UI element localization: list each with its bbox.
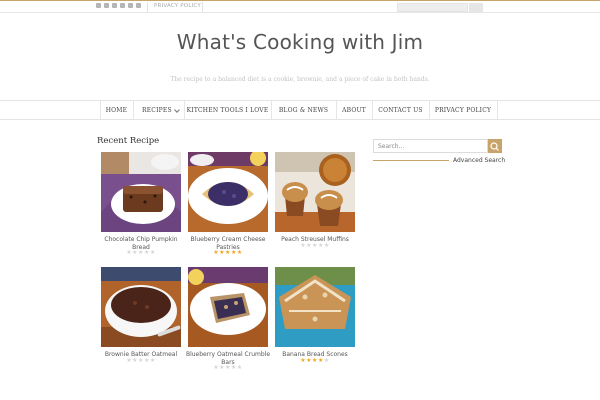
recipe-image[interactable]	[188, 267, 268, 347]
divider	[202, 2, 203, 12]
recipe-title-line[interactable]: Blueberry Oatmeal Crumble	[182, 351, 274, 359]
star-rating: ★★★★★	[269, 242, 361, 249]
nav-item-blog-news[interactable]: BLOG & NEWS	[271, 101, 336, 120]
main-nav: HOME RECIPES KITCHEN TOOLS I LOVE BLOG &…	[0, 100, 600, 120]
recipe-title-line[interactable]: Chocolate Chip Pumpkin	[95, 236, 187, 244]
advanced-search-link[interactable]: Advanced Search	[453, 157, 505, 164]
nav-item-recipes[interactable]: RECIPES	[133, 101, 177, 120]
sidebar-search-button[interactable]	[488, 139, 502, 153]
nav-item-home[interactable]: HOME	[100, 101, 133, 120]
site-tagline: The recipe to a balanced diet is a cooki…	[170, 76, 430, 83]
recipe-image[interactable]	[275, 267, 355, 347]
star-icon: ★	[236, 249, 243, 256]
pinterest-icon[interactable]	[104, 3, 109, 8]
nav-item-contact[interactable]: CONTACT US	[372, 101, 429, 120]
sidebar-search-input[interactable]	[373, 139, 488, 153]
star-rating: ★★★★★	[95, 249, 187, 256]
instagram-icon[interactable]	[136, 3, 141, 8]
star-icon: ★	[323, 242, 330, 249]
site-title[interactable]: What's Cooking with Jim	[0, 30, 600, 54]
nav-item-privacy[interactable]: PRIVACY POLICY	[429, 101, 497, 120]
nav-item-kitchen-tools[interactable]: KITCHEN TOOLS I LOVE	[184, 101, 271, 120]
rss-icon[interactable]	[96, 3, 101, 8]
recipe-title-line[interactable]: Blueberry Cream Cheese	[182, 236, 274, 244]
search-icon	[490, 142, 499, 151]
star-rating: ★★★★★	[95, 357, 187, 364]
star-rating: ★★★★★	[182, 249, 274, 256]
star-icon: ★	[323, 357, 330, 364]
star-icon: ★	[149, 249, 156, 256]
section-title: Recent Recipe	[97, 136, 160, 146]
twitter-icon[interactable]	[112, 3, 117, 8]
star-icon: ★	[149, 357, 156, 364]
top-search-button[interactable]	[469, 3, 483, 12]
recipe-image[interactable]	[101, 267, 181, 347]
social-icons	[96, 3, 141, 11]
recipe-image[interactable]	[188, 152, 268, 232]
divider	[147, 2, 148, 12]
top-search-input[interactable]	[397, 3, 468, 12]
nav-divider	[497, 101, 498, 120]
recipe-image[interactable]	[101, 152, 181, 232]
star-icon: ★	[236, 364, 243, 371]
top-privacy-link[interactable]: PRIVACY POLICY	[154, 3, 201, 9]
star-rating: ★★★★★	[269, 357, 361, 364]
recipe-image[interactable]	[275, 152, 355, 232]
nav-item-about[interactable]: ABOUT	[336, 101, 372, 120]
google-plus-icon[interactable]	[128, 3, 133, 8]
facebook-icon[interactable]	[120, 3, 125, 8]
advanced-search-rule	[373, 160, 449, 161]
top-bar: PRIVACY POLICY	[0, 1, 600, 13]
star-rating: ★★★★★	[182, 364, 274, 371]
